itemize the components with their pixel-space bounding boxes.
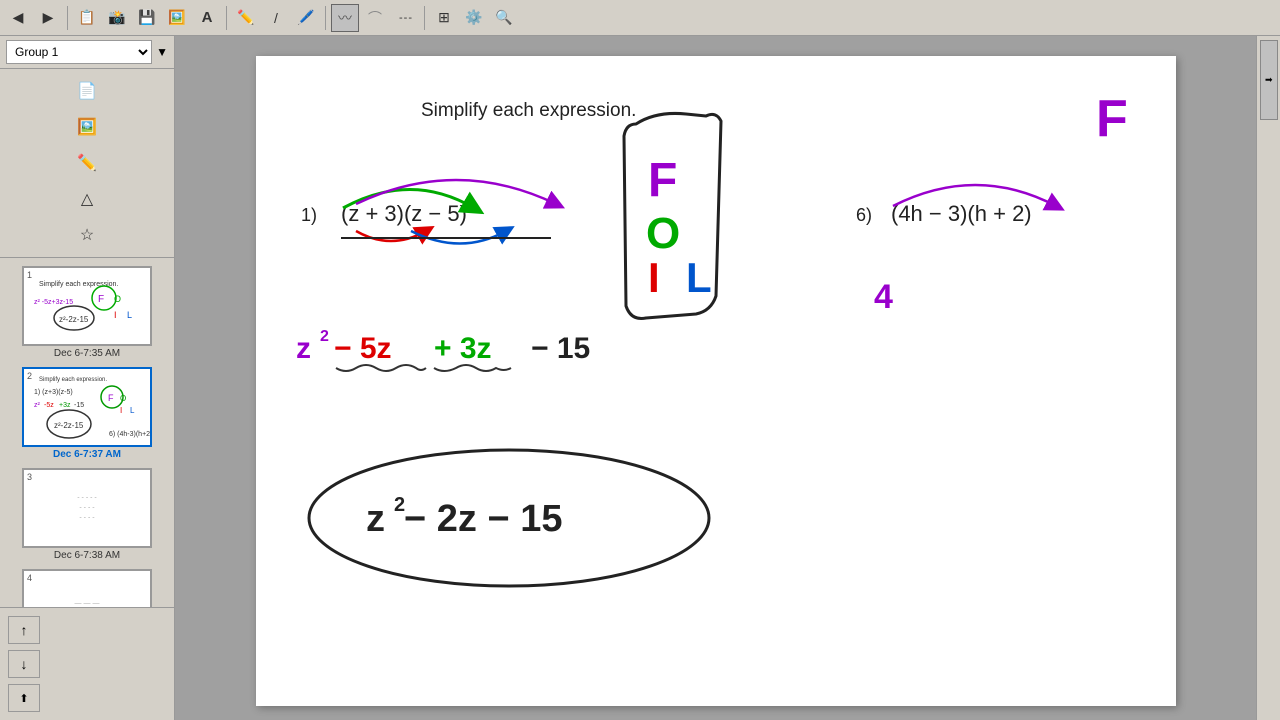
- slide-label-2: Dec 6-7:37 AM: [53, 449, 121, 460]
- squiggle-3z: [434, 365, 511, 371]
- sidebar-header: Group 1 ▼: [0, 36, 174, 69]
- main-area: Group 1 ▼ 📄 🖼️ ✏️ △ ☆ 1 Simplify e: [0, 36, 1280, 720]
- svg-text:I: I: [114, 310, 117, 320]
- slide-thumb-1[interactable]: 1 Simplify each expression. z²-2z-15 z² …: [22, 266, 152, 346]
- answer-rest: − 2z − 15: [404, 498, 562, 540]
- back-button[interactable]: ◀: [4, 4, 32, 32]
- sidebar-page-icon[interactable]: 📄: [71, 75, 103, 107]
- slide-item-2[interactable]: 2 Simplify each expression. z²-2z-15 z² …: [8, 367, 166, 460]
- wb-title-text: Simplify each expression.: [421, 100, 636, 121]
- slide-thumb-3[interactable]: 3 - - - - -- - - -- - - -: [22, 468, 152, 548]
- highlighter-btn[interactable]: 🖊️: [292, 4, 320, 32]
- foil-f: F: [648, 154, 677, 207]
- answer-z2-exp: 2: [394, 494, 405, 516]
- separator-1: [67, 6, 68, 30]
- sidebar-pen-icon[interactable]: ✏️: [71, 147, 103, 179]
- purple-arc-prob6: [893, 185, 1056, 206]
- prob1-expr: (z + 3)(z − 5): [341, 201, 467, 226]
- dashed-btn[interactable]: - - -: [391, 4, 419, 32]
- step-z2: z: [296, 332, 311, 365]
- canvas-area: Simplify each expression. F 1) (z + 3)(z…: [175, 36, 1256, 720]
- pen-btn[interactable]: ✏️: [232, 4, 260, 32]
- slide-thumb-4[interactable]: 4 — — —— — —: [22, 569, 152, 607]
- search-btn[interactable]: 🔍: [490, 4, 518, 32]
- nav-up-btn[interactable]: ↑: [8, 616, 40, 644]
- corner-f: F: [1096, 90, 1128, 148]
- answer-oval: [309, 450, 709, 586]
- step-minus15: − 15: [531, 332, 590, 365]
- svg-text:I: I: [120, 406, 122, 415]
- line-btn[interactable]: 〰: [331, 4, 359, 32]
- foil-l: L: [686, 254, 712, 301]
- slide-item-3[interactable]: 3 - - - - -- - - -- - - - Dec 6-7:38 AM: [8, 468, 166, 561]
- step-plus3z: + 3z: [434, 332, 492, 365]
- foil-blob: [624, 113, 721, 318]
- purple-arc-foil: [356, 180, 556, 204]
- prob6-expr: (4h − 3)(h + 2): [891, 201, 1032, 226]
- svg-text:Simplify each expression.: Simplify each expression.: [39, 377, 107, 383]
- grid-btn[interactable]: ⊞: [430, 4, 458, 32]
- foil-o: O: [646, 209, 680, 258]
- svg-text:z² -5z+3z-15: z² -5z+3z-15: [34, 299, 73, 306]
- whiteboard: Simplify each expression. F 1) (z + 3)(z…: [256, 56, 1176, 706]
- svg-text:z²: z²: [34, 402, 41, 409]
- step-z2-exp: 2: [320, 328, 329, 345]
- toolbar: ◀ ▶ 📋 📸 💾 🖼️ A ✏️ / 🖊️ 〰 ⌒ - - - ⊞ ⚙️ 🔍: [0, 0, 1280, 36]
- blue-arc-under: [411, 231, 506, 244]
- svg-text:O: O: [114, 294, 121, 304]
- group-dropdown-arrow[interactable]: ▼: [156, 45, 168, 59]
- svg-text:F: F: [108, 393, 114, 403]
- prob1-label: 1): [301, 205, 317, 225]
- svg-text:L: L: [130, 406, 135, 415]
- step-minus5z: − 5z: [334, 332, 392, 365]
- svg-text:+3z: +3z: [59, 402, 71, 409]
- image-btn[interactable]: 🖼️: [163, 4, 191, 32]
- slides-panel: 1 Simplify each expression. z²-2z-15 z² …: [0, 258, 174, 607]
- slide-item-1[interactable]: 1 Simplify each expression. z²-2z-15 z² …: [8, 266, 166, 359]
- sidebar-star-icon[interactable]: ☆: [71, 219, 103, 251]
- share-btn[interactable]: ⬆: [8, 684, 40, 712]
- separator-3: [325, 6, 326, 30]
- svg-text:z²-2z-15: z²-2z-15: [59, 315, 89, 324]
- sidebar-bottom: ↑ ↓ ⬆: [0, 607, 174, 720]
- squiggle-5z: [336, 365, 426, 371]
- sidebar-image-icon[interactable]: 🖼️: [71, 111, 103, 143]
- foil-i: I: [648, 254, 660, 301]
- settings-btn[interactable]: ⚙️: [460, 4, 488, 32]
- screenshot-btn[interactable]: 📸: [103, 4, 131, 32]
- svg-text:1) (z+3)(z-5): 1) (z+3)(z-5): [34, 389, 73, 396]
- svg-text:6) (4h-3)(h+2): 6) (4h-3)(h+2): [109, 431, 152, 438]
- text-btn[interactable]: A: [193, 4, 221, 32]
- prob6-label: 6): [856, 205, 872, 225]
- green-arc-foil: [343, 190, 474, 209]
- slide-label-1: Dec 6-7:35 AM: [54, 348, 120, 359]
- answer-z2: z: [366, 498, 385, 540]
- right-sidebar: ⬆: [1256, 36, 1280, 720]
- sidebar: Group 1 ▼ 📄 🖼️ ✏️ △ ☆ 1 Simplify e: [0, 36, 175, 720]
- svg-text:L: L: [127, 310, 132, 320]
- right-scroll-btn[interactable]: ⬆: [1260, 40, 1278, 120]
- save-btn[interactable]: 💾: [133, 4, 161, 32]
- svg-text:-15: -15: [74, 402, 84, 409]
- forward-button[interactable]: ▶: [34, 4, 62, 32]
- svg-text:-5z: -5z: [44, 402, 54, 409]
- sidebar-shapes-icon[interactable]: △: [71, 183, 103, 215]
- nav-down-btn[interactable]: ↓: [8, 650, 40, 678]
- slide-item-4[interactable]: 4 — — —— — — Dec 6-7:38 AM: [8, 569, 166, 607]
- red-arc-under: [356, 231, 426, 241]
- whiteboard-svg: Simplify each expression. F 1) (z + 3)(z…: [256, 56, 1176, 706]
- svg-text:F: F: [98, 294, 104, 305]
- svg-text:O: O: [120, 394, 126, 403]
- slide-thumb-2[interactable]: 2 Simplify each expression. z²-2z-15 z² …: [22, 367, 152, 447]
- separator-4: [424, 6, 425, 30]
- slide-label-3: Dec 6-7:38 AM: [54, 550, 120, 561]
- purple-4: 4: [874, 278, 893, 316]
- separator-2: [226, 6, 227, 30]
- group-select[interactable]: Group 1: [6, 40, 152, 64]
- svg-text:z²-2z-15: z²-2z-15: [54, 421, 84, 430]
- copy-btn[interactable]: 📋: [73, 4, 101, 32]
- curve-btn[interactable]: ⌒: [361, 4, 389, 32]
- pen2-btn[interactable]: /: [262, 4, 290, 32]
